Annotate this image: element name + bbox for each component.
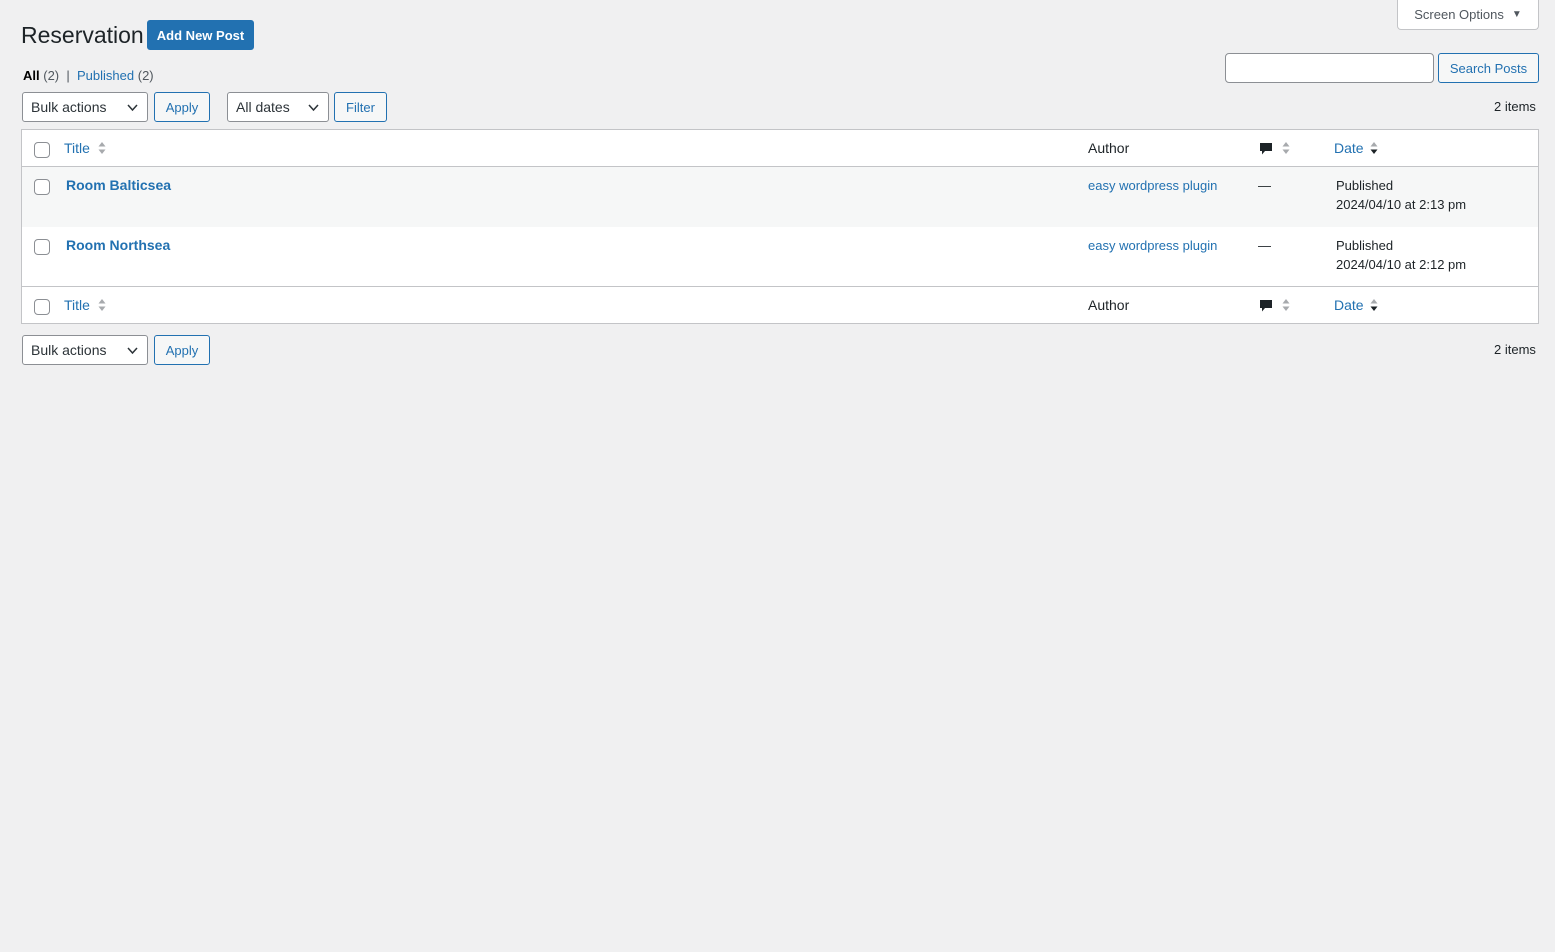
column-title-sort-link[interactable]: Title <box>64 297 90 313</box>
post-date: 2024/04/10 at 2:13 pm <box>1336 197 1467 212</box>
sort-arrows-icon <box>98 299 106 311</box>
column-date-sort-link[interactable]: Date <box>1334 297 1364 313</box>
view-all-link[interactable]: All <box>23 68 40 83</box>
post-status: Published <box>1336 178 1394 193</box>
column-date-sort-link[interactable]: Date <box>1334 140 1364 156</box>
sort-arrows-icon <box>98 142 106 154</box>
comment-bubble-icon[interactable] <box>1259 299 1273 313</box>
column-author: Author <box>1088 297 1130 313</box>
items-count: 2 items <box>1494 99 1536 114</box>
posts-table: Title Author Date Room Balticsea easy wo… <box>21 129 1539 324</box>
comment-bubble-icon[interactable] <box>1259 142 1273 156</box>
sort-arrows-icon[interactable] <box>1282 298 1290 312</box>
post-comments: — <box>1258 238 1271 253</box>
post-title-link[interactable]: Room Balticsea <box>66 177 171 193</box>
search-input[interactable] <box>1225 53 1434 83</box>
table-row: Room Northsea easy wordpress plugin — Pu… <box>22 227 1538 287</box>
column-title-sort-link[interactable]: Title <box>64 140 90 156</box>
bulk-actions-value: Bulk actions <box>31 99 107 115</box>
bulk-actions-value: Bulk actions <box>31 342 107 358</box>
table-header: Title Author Date <box>22 130 1538 167</box>
date-filter-value: All dates <box>236 99 290 115</box>
view-published-link[interactable]: Published <box>77 68 134 83</box>
post-status-views: All (2) | Published (2) <box>23 66 154 84</box>
select-all-checkbox[interactable] <box>34 299 50 315</box>
row-checkbox[interactable] <box>34 179 50 195</box>
post-author-link[interactable]: easy wordpress plugin <box>1088 178 1217 193</box>
chevron-down-icon <box>127 347 138 355</box>
sort-arrows-icon <box>1370 142 1378 154</box>
view-published-count: (2) <box>137 67 154 83</box>
date-filter-select[interactable]: All dates <box>227 92 329 122</box>
view-all-count: (2) <box>43 67 60 83</box>
screen-options-label: Screen Options <box>1414 7 1504 22</box>
sort-arrows-icon[interactable] <box>1282 141 1290 155</box>
chevron-down-icon <box>308 104 319 112</box>
row-checkbox[interactable] <box>34 239 50 255</box>
post-status: Published <box>1336 238 1394 253</box>
sort-arrows-icon <box>1370 299 1378 311</box>
apply-button[interactable]: Apply <box>154 92 210 122</box>
bulk-actions-select-bottom[interactable]: Bulk actions <box>22 335 148 365</box>
page-title: Reservation <box>21 22 144 48</box>
select-all-checkbox[interactable] <box>34 142 50 158</box>
chevron-down-icon <box>127 104 138 112</box>
post-date: 2024/04/10 at 2:12 pm <box>1336 257 1467 272</box>
search-posts-button[interactable]: Search Posts <box>1438 53 1539 83</box>
filter-button[interactable]: Filter <box>334 92 387 122</box>
table-row: Room Balticsea easy wordpress plugin — P… <box>22 167 1538 227</box>
table-footer: Title Author Date <box>22 286 1538 323</box>
screen-options-button[interactable]: Screen Options ▼ <box>1397 0 1539 30</box>
column-author: Author <box>1088 140 1130 156</box>
items-count-bottom: 2 items <box>1494 342 1536 357</box>
apply-button-bottom[interactable]: Apply <box>154 335 210 365</box>
caret-down-icon: ▼ <box>1511 9 1522 20</box>
post-title-link[interactable]: Room Northsea <box>66 237 170 253</box>
add-new-post-button[interactable]: Add New Post <box>147 20 254 50</box>
post-author-link[interactable]: easy wordpress plugin <box>1088 238 1217 253</box>
post-comments: — <box>1258 178 1271 193</box>
bulk-actions-select[interactable]: Bulk actions <box>22 92 148 122</box>
